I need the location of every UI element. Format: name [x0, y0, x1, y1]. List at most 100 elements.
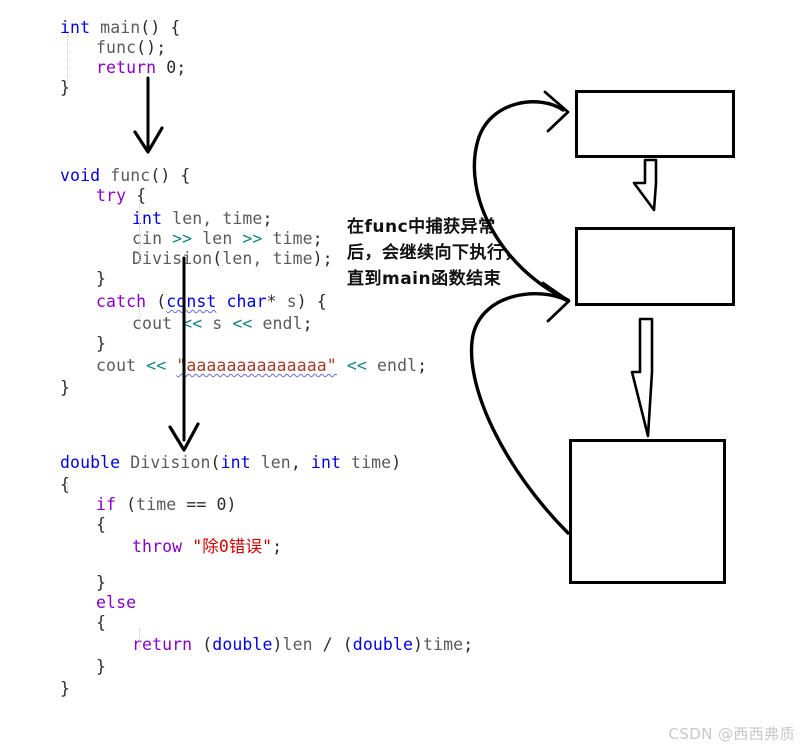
code-token: return	[132, 635, 193, 654]
code-line: void func() {	[60, 166, 190, 186]
code-token: *	[266, 292, 287, 311]
code-token: ;	[176, 58, 187, 77]
code-token: (	[210, 453, 221, 472]
indent-guide	[139, 306, 141, 330]
code-token: len, time	[222, 249, 313, 268]
code-token: (	[332, 635, 353, 654]
code-token: len	[250, 453, 291, 472]
code-line: cout << s << endl;	[60, 314, 313, 334]
code-token: len	[282, 635, 323, 654]
code-token: return	[96, 58, 157, 77]
division-frame-box	[569, 439, 726, 584]
code-line: }	[60, 334, 106, 354]
code-line: {	[60, 515, 106, 535]
code-token: int	[310, 453, 342, 472]
code-token: (	[116, 495, 137, 514]
code-line: double Division(int len, int time)	[60, 453, 401, 473]
code-line: }	[60, 657, 106, 677]
code-token: void	[60, 166, 101, 185]
return-curve-to-func	[469, 281, 571, 535]
code-token: (	[192, 635, 213, 654]
code-token: (	[146, 292, 167, 311]
stack-arrow-func-to-division	[630, 317, 654, 438]
code-token: >>	[172, 229, 193, 248]
code-line: int main() {	[60, 18, 180, 38]
code-token: time	[262, 229, 313, 248]
code-token: "aaaaaaaaaaaaaa"	[176, 356, 337, 375]
code-token: <<	[232, 314, 253, 333]
code-line: try {	[60, 186, 146, 206]
code-line: }	[60, 378, 70, 398]
code-token: <<	[346, 356, 367, 375]
code-token: cout	[96, 356, 147, 375]
code-token: )	[413, 635, 424, 654]
code-line: }	[60, 679, 70, 699]
code-token: int	[132, 209, 163, 228]
code-line: if (time == 0)	[60, 495, 237, 515]
code-token: Division	[132, 249, 213, 268]
code-token: {	[126, 186, 147, 205]
code-token: if	[96, 495, 117, 514]
code-token: )	[391, 453, 402, 472]
code-token: )	[226, 495, 237, 514]
code-line: }	[60, 269, 106, 289]
code-line: catch (const char* s) {	[60, 292, 327, 312]
code-token: ==	[186, 495, 207, 514]
code-token: double	[212, 635, 273, 654]
code-token: () {	[150, 166, 191, 185]
code-token: time	[341, 453, 392, 472]
code-token: ;	[312, 229, 323, 248]
code-token: main	[100, 18, 141, 37]
code-line: cout << "aaaaaaaaaaaaaa" << endl;	[60, 356, 427, 376]
code-line: }	[60, 573, 106, 593]
code-token: double	[60, 453, 121, 472]
main-frame-box	[575, 90, 735, 158]
code-token: }	[96, 334, 107, 353]
code-token: ;	[272, 537, 283, 556]
code-token: throw	[132, 537, 183, 556]
code-token: ,	[290, 453, 311, 472]
code-token: endl	[366, 356, 418, 375]
code-token: {	[96, 613, 107, 632]
code-token: "除0错误"	[192, 537, 273, 556]
code-token: <<	[182, 314, 203, 333]
code-token: ;	[463, 635, 474, 654]
code-line: {	[60, 613, 106, 633]
code-token: }	[60, 679, 71, 698]
code-line: return (double)len / (double)time;	[60, 635, 473, 655]
indent-guide	[67, 30, 69, 82]
code-token: (	[212, 249, 223, 268]
code-token: }	[96, 657, 107, 676]
code-token: ) {	[296, 292, 327, 311]
code-line: cin >> len >> time;	[60, 229, 323, 249]
stack-arrow-main-to-func	[632, 158, 658, 212]
code-token: len	[192, 229, 243, 248]
code-token: );	[312, 249, 333, 268]
code-line: func();	[60, 38, 166, 58]
code-token: }	[96, 573, 107, 592]
code-token: }	[96, 269, 107, 288]
code-token: /	[322, 635, 333, 654]
code-token: ();	[136, 38, 167, 57]
code-token: int	[60, 18, 91, 37]
code-token: Division	[130, 453, 211, 472]
code-token: const	[166, 292, 217, 311]
code-line: else	[60, 593, 136, 613]
code-token: ;	[262, 209, 273, 228]
code-line: throw "除0错误";	[60, 537, 282, 557]
code-token: () {	[140, 18, 181, 37]
code-line: int len, time;	[60, 209, 273, 229]
annotation-text: 在func中捕获异常后，会继续向下执行，直到main函数结束	[347, 217, 522, 289]
code-line: Division(len, time);	[60, 249, 333, 269]
code-token: func	[110, 166, 151, 185]
code-token: char	[226, 292, 267, 311]
code-token: 0	[166, 58, 177, 77]
